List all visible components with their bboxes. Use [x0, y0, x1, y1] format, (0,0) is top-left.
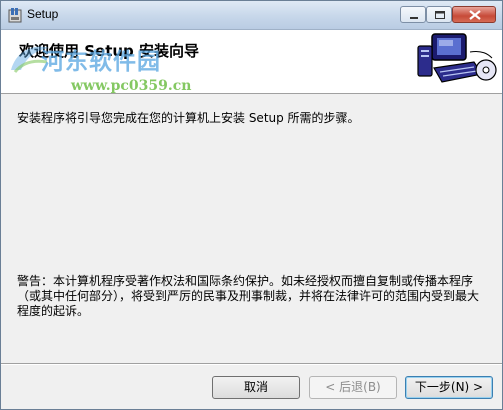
cancel-button[interactable]: 取消: [212, 376, 300, 399]
wizard-header: 欢迎使用 Setup 安装向导 河东软件园 www.pc0359.cn: [1, 30, 502, 94]
intro-text: 安装程序将引导您完成在您的计算机上安装 Setup 所需的步骤。: [17, 111, 360, 125]
maximize-button[interactable]: [426, 6, 452, 23]
minimize-icon: [410, 17, 418, 19]
computer-icon: [417, 33, 497, 83]
window-title: Setup: [27, 7, 59, 21]
minimize-button[interactable]: [400, 6, 426, 23]
copyright-warning: 警告：本计算机程序受著作权法和国际条约保护。如未经授权而擅自复制或传播本程序（或…: [17, 274, 480, 318]
title-bar[interactable]: Setup: [1, 1, 502, 30]
setup-app-icon: [8, 8, 22, 23]
watermark-brand: 河东软件园: [41, 48, 161, 75]
watermark-url: www.pc0359.cn: [71, 78, 192, 94]
next-button[interactable]: 下一步(N) >: [405, 376, 493, 399]
back-button[interactable]: < 后退(B): [309, 376, 397, 399]
setup-window: Setup 欢迎使用 Setup 安装向导 河东软件园 www.pc0359.c…: [0, 0, 503, 410]
maximize-icon: [435, 11, 445, 19]
close-icon: [469, 10, 481, 20]
close-button[interactable]: [452, 6, 496, 23]
button-separator: [1, 363, 502, 365]
